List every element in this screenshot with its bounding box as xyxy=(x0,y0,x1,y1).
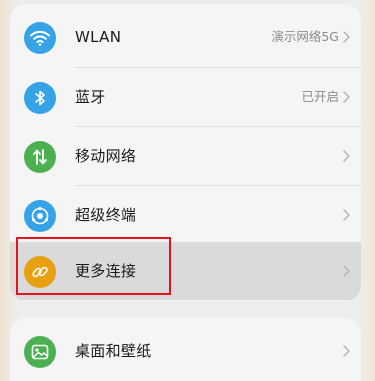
settings-item-desktop-wallpaper[interactable]: 桌面和壁纸 xyxy=(10,322,361,380)
chevron-right-icon xyxy=(341,88,351,106)
connectivity-card: WLAN 演示网络5G 蓝牙 已开启 移动网络 超级终端 更多连接 xyxy=(10,4,361,301)
settings-item-mobile-network[interactable]: 移动网络 xyxy=(10,127,361,185)
settings-item-label: 移动网络 xyxy=(75,147,137,165)
chevron-right-icon xyxy=(341,206,351,224)
wlan-status: 演示网络5G xyxy=(271,29,339,44)
chevron-right-icon xyxy=(341,262,351,280)
settings-item-label: WLAN xyxy=(75,28,122,46)
settings-item-super-device[interactable]: 超级终端 xyxy=(10,186,361,244)
wallpaper-icon xyxy=(24,336,56,368)
settings-item-label: 蓝牙 xyxy=(75,88,106,106)
settings-item-label: 更多连接 xyxy=(75,262,137,280)
bluetooth-icon xyxy=(24,82,56,114)
mobile-data-icon xyxy=(24,141,56,173)
settings-item-label: 超级终端 xyxy=(75,206,137,224)
chevron-right-icon xyxy=(341,147,351,165)
chevron-right-icon xyxy=(341,342,351,360)
super-device-icon xyxy=(24,200,56,232)
bluetooth-status: 已开启 xyxy=(301,89,339,104)
settings-screen: WLAN 演示网络5G 蓝牙 已开启 移动网络 超级终端 更多连接 桌面和壁纸 xyxy=(0,0,375,381)
settings-item-more-connections[interactable]: 更多连接 xyxy=(10,242,361,300)
display-card: 桌面和壁纸 xyxy=(10,318,361,381)
wifi-icon xyxy=(24,22,56,54)
settings-item-wlan[interactable]: WLAN 演示网络5G xyxy=(10,8,361,66)
settings-item-label: 桌面和壁纸 xyxy=(75,342,152,360)
settings-item-bluetooth[interactable]: 蓝牙 已开启 xyxy=(10,68,361,126)
chevron-right-icon xyxy=(341,28,351,46)
link-icon xyxy=(24,256,56,288)
